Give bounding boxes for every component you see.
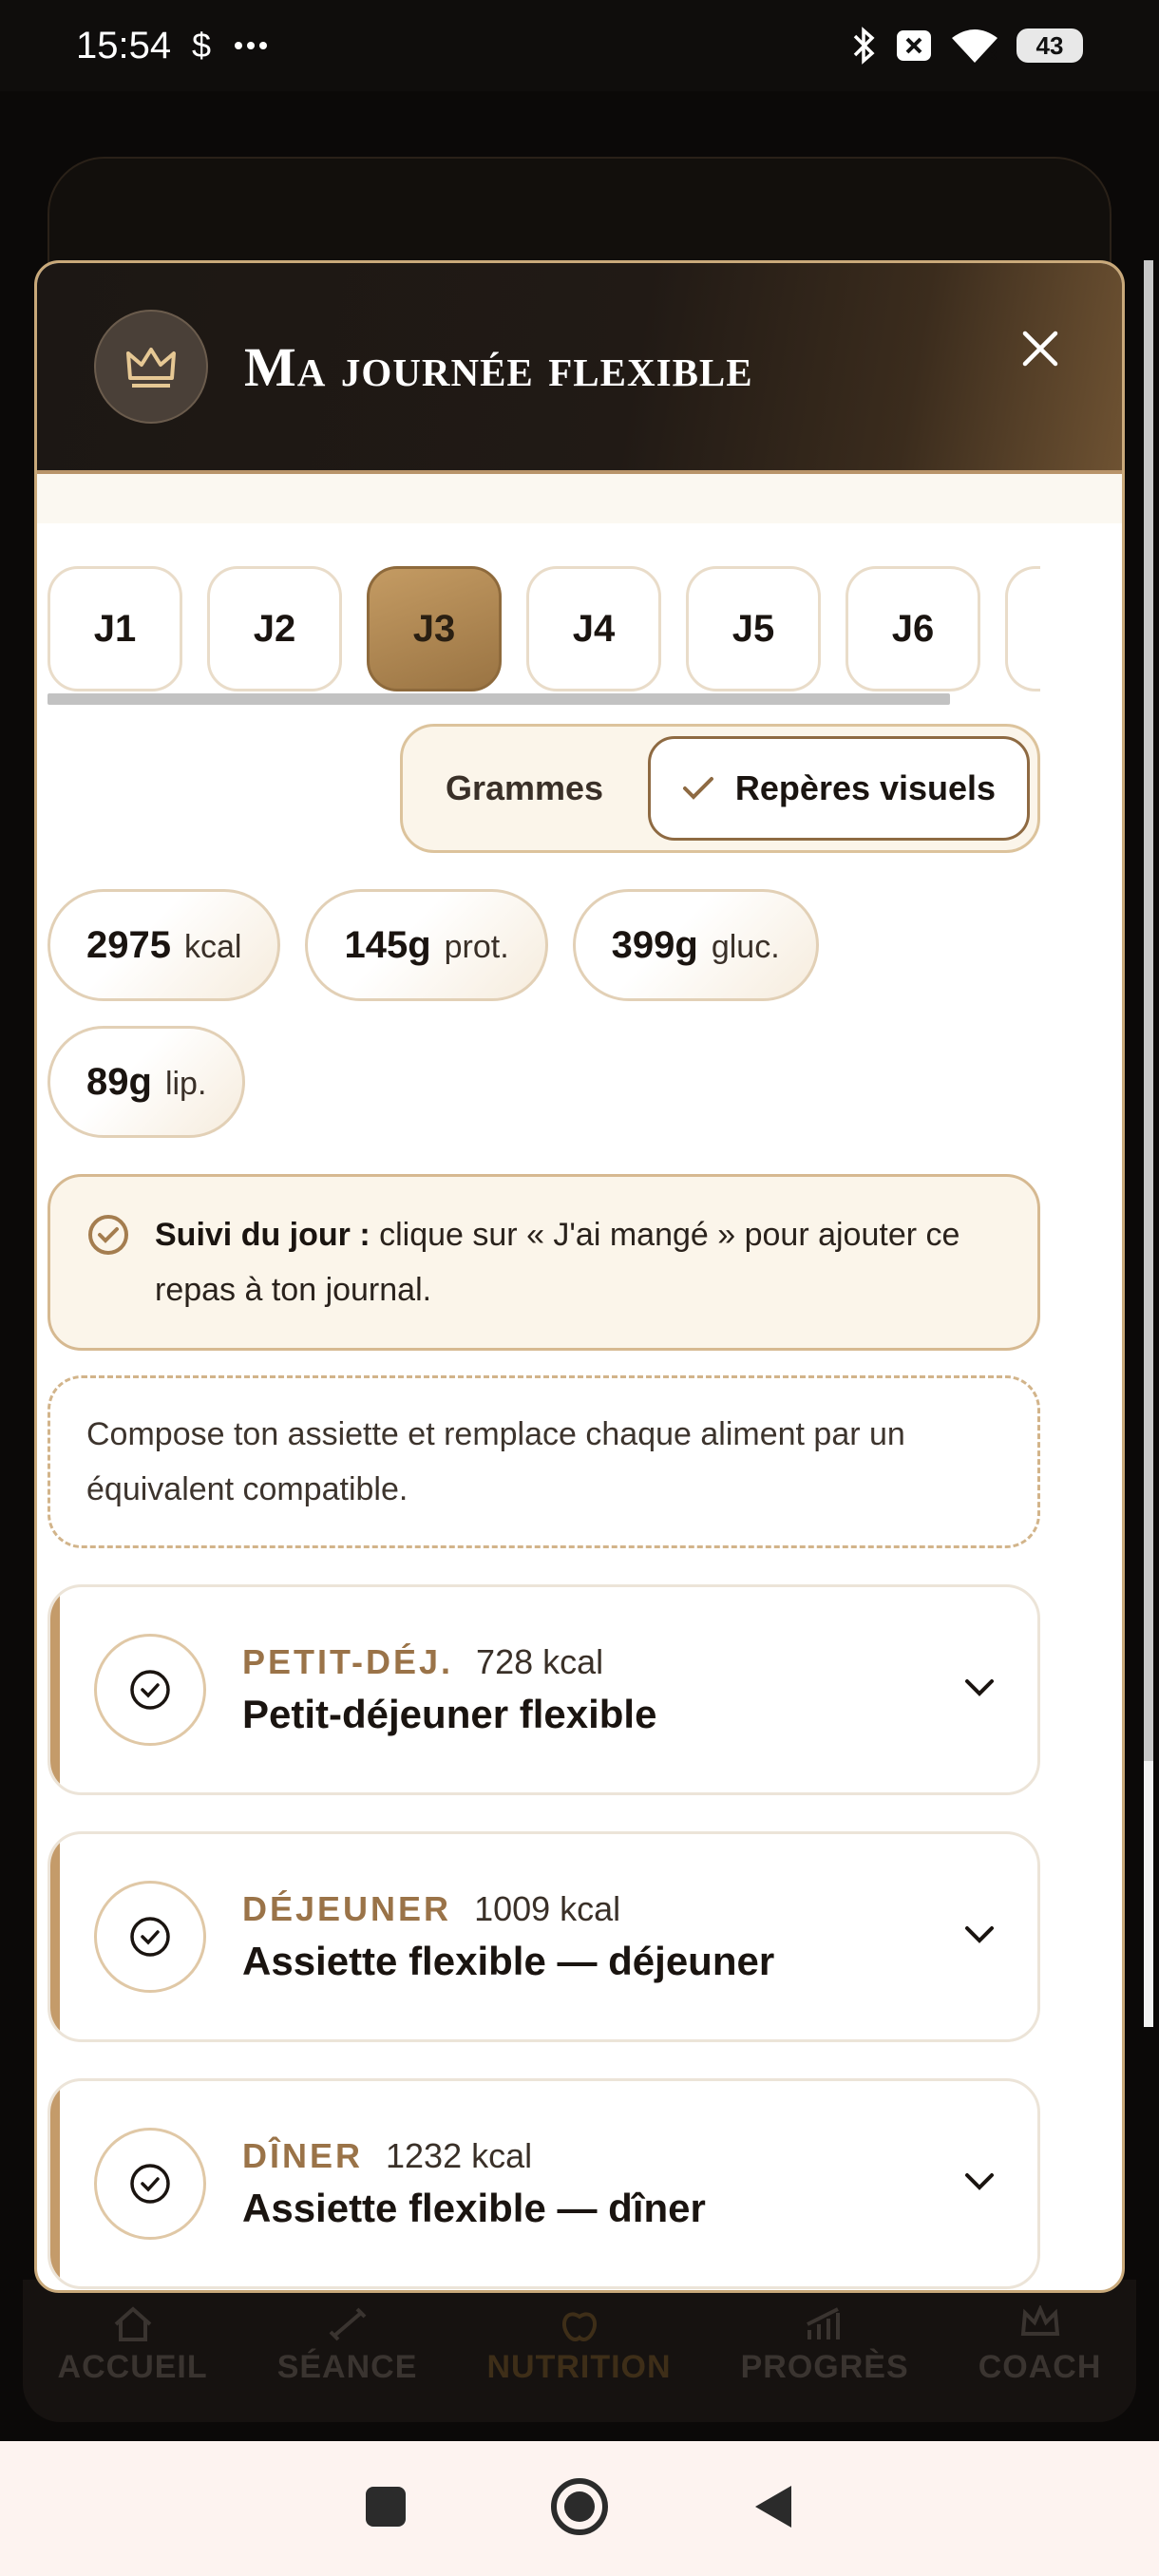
close-icon <box>1022 331 1058 367</box>
crown-icon <box>126 348 176 388</box>
meal-accent-bar <box>50 1834 60 2039</box>
day-tab-j1[interactable]: J1 <box>48 566 182 691</box>
meal-kcal: 1009 kcal <box>474 1889 621 1928</box>
nav-seance[interactable]: SÉANCE <box>277 2305 418 2386</box>
macro-unit: gluc. <box>711 929 780 965</box>
meal-card-lunch[interactable]: DÉJEUNER 1009 kcal Assiette flexible — d… <box>48 1831 1040 2042</box>
macro-fat: 89g lip. <box>48 1026 246 1138</box>
meal-accent-bar <box>50 1587 60 1792</box>
bluetooth-icon <box>851 25 878 66</box>
wifi-icon <box>950 27 999 65</box>
toggle-grammes[interactable]: Grammes <box>410 768 638 808</box>
day-tabs: J1 J2 J3 J4 J5 J6 <box>48 566 1040 691</box>
chevron-down-icon[interactable] <box>963 2171 996 2197</box>
meal-eaten-button[interactable] <box>94 1634 206 1746</box>
header-divider-strip <box>37 474 1122 523</box>
check-circle-icon <box>130 2164 170 2204</box>
meal-kcal: 1232 kcal <box>386 2136 533 2175</box>
svg-text:$: $ <box>192 27 211 65</box>
crown-icon <box>1020 2305 1059 2336</box>
meal-category: DÎNER <box>242 2136 364 2175</box>
android-nav-bar <box>0 2441 1159 2576</box>
tracking-info-title: Suivi du jour : <box>155 1217 370 1253</box>
home-icon <box>114 2306 151 2341</box>
apple-icon <box>561 2312 597 2341</box>
macro-value: 145g <box>344 924 431 966</box>
check-circle-icon <box>130 1917 170 1957</box>
macro-unit: kcal <box>183 929 242 965</box>
recents-button[interactable] <box>364 2485 408 2533</box>
back-button[interactable] <box>751 2482 795 2536</box>
modal-header: Ma journée flexible <box>37 263 1122 474</box>
nav-nutrition[interactable]: NUTRITION <box>486 2305 671 2386</box>
view-mode-toggle: Grammes Repères visuels <box>400 724 1040 853</box>
modal-content: J1 J2 J3 J4 J5 J6 Grammes Repères visuel… <box>48 566 1040 2289</box>
meal-eaten-button[interactable] <box>94 2128 206 2240</box>
macro-kcal: 2975 kcal <box>48 889 281 1001</box>
status-bar: 15:54 $ 43 <box>0 0 1159 91</box>
battery-indicator: 43 <box>1016 28 1083 63</box>
nav-progres[interactable]: PROGRÈS <box>741 2305 909 2386</box>
no-sim-icon <box>895 28 933 63</box>
home-button[interactable] <box>550 2477 609 2541</box>
meal-name: Assiette flexible — dîner <box>242 2186 706 2230</box>
modal-title: Ma journée flexible <box>244 335 753 398</box>
nav-accueil[interactable]: ACCUEIL <box>58 2305 208 2386</box>
nav-coach[interactable]: COACH <box>978 2305 1102 2386</box>
macro-unit: prot. <box>444 929 509 965</box>
toggle-reperes-visuels[interactable]: Repères visuels <box>648 736 1030 841</box>
day-tab-j2[interactable]: J2 <box>207 566 342 691</box>
crown-badge <box>94 310 208 424</box>
day-tab-j6[interactable]: J6 <box>846 566 980 691</box>
macro-summary: 2975 kcal 145g prot. 399g gluc. 89g lip. <box>48 889 1040 1138</box>
macro-value: 89g <box>86 1061 152 1103</box>
check-circle-icon <box>130 1670 170 1710</box>
bottom-nav: ACCUEIL SÉANCE NUTRITION PROGRÈS COACH <box>23 2280 1136 2422</box>
dollar-icon: $ <box>192 27 213 65</box>
nav-label: ACCUEIL <box>57 2349 208 2385</box>
check-icon <box>682 777 713 800</box>
day-tab-j4[interactable]: J4 <box>526 566 661 691</box>
day-tab-j3[interactable]: J3 <box>367 566 502 691</box>
status-time: 15:54 <box>76 24 172 66</box>
macro-value: 2975 <box>86 924 171 966</box>
macro-protein: 145g prot. <box>305 889 548 1001</box>
day-tabs-scrollbar[interactable] <box>48 693 950 705</box>
chevron-down-icon[interactable] <box>963 1924 996 1950</box>
meal-eaten-button[interactable] <box>94 1881 206 1993</box>
meal-category: PETIT-DÉJ. <box>242 1642 454 1681</box>
macro-unit: lip. <box>164 1066 207 1102</box>
close-button[interactable] <box>1012 320 1069 377</box>
macro-carbs: 399g gluc. <box>572 889 819 1001</box>
dumbbell-icon <box>329 2307 366 2341</box>
day-tab-j5[interactable]: J5 <box>686 566 821 691</box>
chart-icon <box>807 2307 841 2339</box>
meal-name: Assiette flexible — déjeuner <box>242 1939 775 1983</box>
nav-label: PROGRÈS <box>740 2349 909 2385</box>
compose-hint: Compose ton assiette et remplace chaque … <box>48 1375 1040 1548</box>
meal-card-dinner[interactable]: DÎNER 1232 kcal Assiette flexible — dîne… <box>48 2078 1040 2289</box>
meal-accent-bar <box>50 2081 60 2286</box>
nav-label: COACH <box>978 2349 1102 2385</box>
macro-value: 399g <box>611 924 698 966</box>
modal-scrollbar-thumb[interactable] <box>1144 260 1153 1761</box>
meal-card-breakfast[interactable]: PETIT-DÉJ. 728 kcal Petit-déjeuner flexi… <box>48 1584 1040 1795</box>
tracking-info-box: Suivi du jour : clique sur « J'ai mangé … <box>48 1174 1040 1351</box>
meal-kcal: 728 kcal <box>476 1642 604 1681</box>
day-tab-next[interactable] <box>1005 566 1040 691</box>
meal-category: DÉJEUNER <box>242 1889 452 1928</box>
check-circle-icon <box>86 1213 130 1274</box>
chevron-down-icon[interactable] <box>963 1677 996 1703</box>
meal-name: Petit-déjeuner flexible <box>242 1692 657 1736</box>
nav-label: SÉANCE <box>276 2349 418 2385</box>
toggle-label: Repères visuels <box>734 768 997 807</box>
nav-label: NUTRITION <box>486 2349 672 2385</box>
more-dots-icon <box>234 41 268 50</box>
